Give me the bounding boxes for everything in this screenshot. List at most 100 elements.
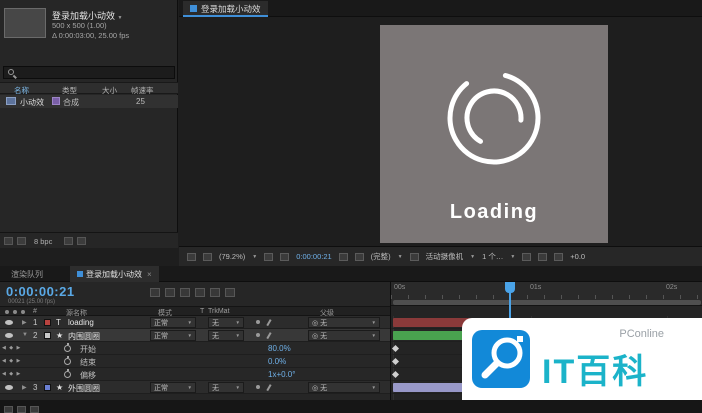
column-index[interactable]: # bbox=[33, 308, 37, 315]
add-keyframe-icon[interactable]: ◆ bbox=[9, 345, 14, 351]
next-keyframe-icon[interactable]: ▶ bbox=[17, 371, 22, 377]
new-folder-icon[interactable] bbox=[64, 237, 73, 245]
eye-toggle[interactable] bbox=[5, 333, 13, 338]
chevron-down-icon[interactable]: ▼ bbox=[252, 254, 257, 260]
composition-frame[interactable]: Loading bbox=[380, 25, 608, 243]
property-value[interactable]: 80.0% bbox=[268, 344, 291, 353]
tab-render-queue[interactable]: 渲染队列 bbox=[4, 268, 50, 281]
stopwatch-icon[interactable] bbox=[64, 345, 71, 352]
view-layout-select[interactable]: 1 个… bbox=[482, 251, 503, 262]
layer-name[interactable]: 外围圆圈 bbox=[68, 383, 100, 394]
parent-select[interactable]: ◎无▼ bbox=[308, 382, 380, 393]
trkmat-select[interactable]: 无▼ bbox=[208, 330, 244, 341]
blend-mode-select[interactable]: 正常▼ bbox=[150, 382, 196, 393]
column-trkmat[interactable]: TrkMat bbox=[208, 308, 230, 315]
always-preview-icon[interactable] bbox=[187, 253, 196, 261]
keyframe-nav-icons[interactable]: ◀ ◆ ▶ bbox=[2, 358, 21, 364]
layer-row-outer-circle[interactable]: ▶ 3 ★ 外围圆圈 正常▼ 无▼ ◎无▼ bbox=[0, 381, 390, 394]
expand-transfer-controls-icon[interactable] bbox=[17, 406, 26, 413]
property-row-end[interactable]: ◀ ◆ ▶ 结束 0.0% bbox=[0, 355, 390, 368]
chevron-down-icon[interactable]: ▼ bbox=[470, 254, 475, 260]
property-name[interactable]: 偏移 bbox=[80, 370, 96, 381]
viewer-tab[interactable]: 登录加载小动效 bbox=[183, 1, 268, 17]
mask-visibility-icon[interactable] bbox=[280, 253, 289, 261]
property-value[interactable]: 0.0% bbox=[268, 357, 286, 366]
collapse-arrow-icon[interactable]: ▶ bbox=[22, 384, 27, 391]
effects-switch-icon[interactable] bbox=[266, 319, 271, 326]
property-row-start[interactable]: ◀ ◆ ▶ 开始 80.0% bbox=[0, 342, 390, 355]
column-trkmat-t[interactable]: T bbox=[200, 308, 204, 315]
stopwatch-icon[interactable] bbox=[64, 358, 71, 365]
chevron-down-icon[interactable]: ▼ bbox=[398, 254, 403, 260]
parent-select[interactable]: ◎无▼ bbox=[308, 317, 380, 328]
active-camera-select[interactable]: 活动摄像机 bbox=[426, 251, 464, 262]
collapse-arrow-icon[interactable]: ▼ bbox=[22, 332, 28, 338]
frame-blending-icon[interactable] bbox=[195, 288, 205, 297]
keyframe-icon[interactable] bbox=[392, 345, 399, 352]
zoom-level[interactable]: (79.2%) bbox=[219, 252, 245, 261]
switch-dot-icon[interactable] bbox=[256, 333, 260, 337]
next-keyframe-icon[interactable]: ▶ bbox=[17, 345, 22, 351]
draft-3d-icon[interactable] bbox=[165, 288, 175, 297]
eye-toggle[interactable] bbox=[5, 320, 13, 325]
trkmat-select[interactable]: 无▼ bbox=[208, 317, 244, 328]
resolution-select[interactable]: (完整) bbox=[371, 251, 391, 262]
stopwatch-icon[interactable] bbox=[64, 371, 71, 378]
blend-mode-select[interactable]: 正常▼ bbox=[150, 330, 196, 341]
exposure-value[interactable]: +0.0 bbox=[570, 252, 585, 261]
keyframe-nav-icons[interactable]: ◀ ◆ ▶ bbox=[2, 371, 21, 377]
layer-color-swatch[interactable] bbox=[44, 319, 51, 326]
switch-dot-icon[interactable] bbox=[256, 385, 260, 389]
comp-thumbnail[interactable] bbox=[4, 8, 46, 38]
expand-inout-columns-icon[interactable] bbox=[30, 406, 39, 413]
project-list-view-icon[interactable] bbox=[4, 237, 13, 245]
chevron-down-icon[interactable]: ▼ bbox=[118, 15, 123, 21]
parent-select[interactable]: ◎无▼ bbox=[308, 330, 380, 341]
color-depth-button[interactable]: 8 bpc bbox=[34, 237, 52, 246]
effects-switch-icon[interactable] bbox=[266, 384, 271, 391]
layer-name[interactable]: 内围圆圈 bbox=[68, 331, 100, 342]
grid-guides-icon[interactable] bbox=[264, 253, 273, 261]
property-value[interactable]: 1x+0.0° bbox=[268, 370, 295, 379]
pickwhip-icon[interactable]: ◎ bbox=[312, 332, 318, 340]
keyframe-nav-icons[interactable]: ◀ ◆ ▶ bbox=[2, 345, 21, 351]
property-name[interactable]: 开始 bbox=[80, 344, 96, 355]
viewer-canvas[interactable]: Loading bbox=[179, 17, 702, 246]
time-ruler[interactable]: 00s 01s 02s bbox=[391, 282, 702, 306]
viewer-timecode[interactable]: 0:00:00:21 bbox=[296, 252, 331, 261]
work-area-bar[interactable] bbox=[393, 300, 701, 305]
project-thumb-view-icon[interactable] bbox=[17, 237, 26, 245]
project-search-input[interactable] bbox=[3, 66, 175, 79]
current-timecode[interactable]: 0:00:00:21 bbox=[6, 284, 75, 299]
pickwhip-icon[interactable]: ◎ bbox=[312, 384, 318, 392]
close-icon[interactable]: × bbox=[147, 270, 152, 279]
prev-keyframe-icon[interactable]: ◀ bbox=[2, 358, 7, 364]
region-of-interest-icon[interactable] bbox=[410, 253, 419, 261]
hide-shy-layers-icon[interactable] bbox=[180, 288, 190, 297]
magnification-icon[interactable] bbox=[203, 253, 212, 261]
pixel-aspect-icon[interactable] bbox=[522, 253, 531, 261]
layer-color-swatch[interactable] bbox=[44, 332, 51, 339]
add-keyframe-icon[interactable]: ◆ bbox=[9, 371, 14, 377]
project-item-row[interactable]: 小动效 合成 25 bbox=[0, 95, 178, 108]
blend-mode-select[interactable]: 正常▼ bbox=[150, 317, 196, 328]
prev-keyframe-icon[interactable]: ◀ bbox=[2, 345, 7, 351]
snapshot-icon[interactable] bbox=[339, 253, 348, 261]
add-keyframe-icon[interactable]: ◆ bbox=[9, 358, 14, 364]
graph-editor-icon[interactable] bbox=[225, 288, 235, 297]
layer-row-inner-circle[interactable]: ▼ 2 ★ 内围圆圈 正常▼ 无▼ ◎无▼ bbox=[0, 329, 390, 342]
prev-keyframe-icon[interactable]: ◀ bbox=[2, 371, 7, 377]
effects-switch-icon[interactable] bbox=[266, 332, 271, 339]
tab-composition[interactable]: 登录加载小动效× bbox=[70, 266, 159, 282]
motion-blur-icon[interactable] bbox=[210, 288, 220, 297]
next-keyframe-icon[interactable]: ▶ bbox=[17, 358, 22, 364]
new-comp-icon[interactable] bbox=[77, 237, 86, 245]
eye-toggle[interactable] bbox=[5, 385, 13, 390]
channels-icon[interactable] bbox=[355, 253, 364, 261]
layer-row-loading[interactable]: ▶ 1 T loading 正常▼ 无▼ ◎无▼ bbox=[0, 316, 390, 329]
layer-color-swatch[interactable] bbox=[44, 384, 51, 391]
property-name[interactable]: 结束 bbox=[80, 357, 96, 368]
trkmat-select[interactable]: 无▼ bbox=[208, 382, 244, 393]
layer-name[interactable]: loading bbox=[68, 318, 94, 327]
property-row-offset[interactable]: ◀ ◆ ▶ 偏移 1x+0.0° bbox=[0, 368, 390, 381]
